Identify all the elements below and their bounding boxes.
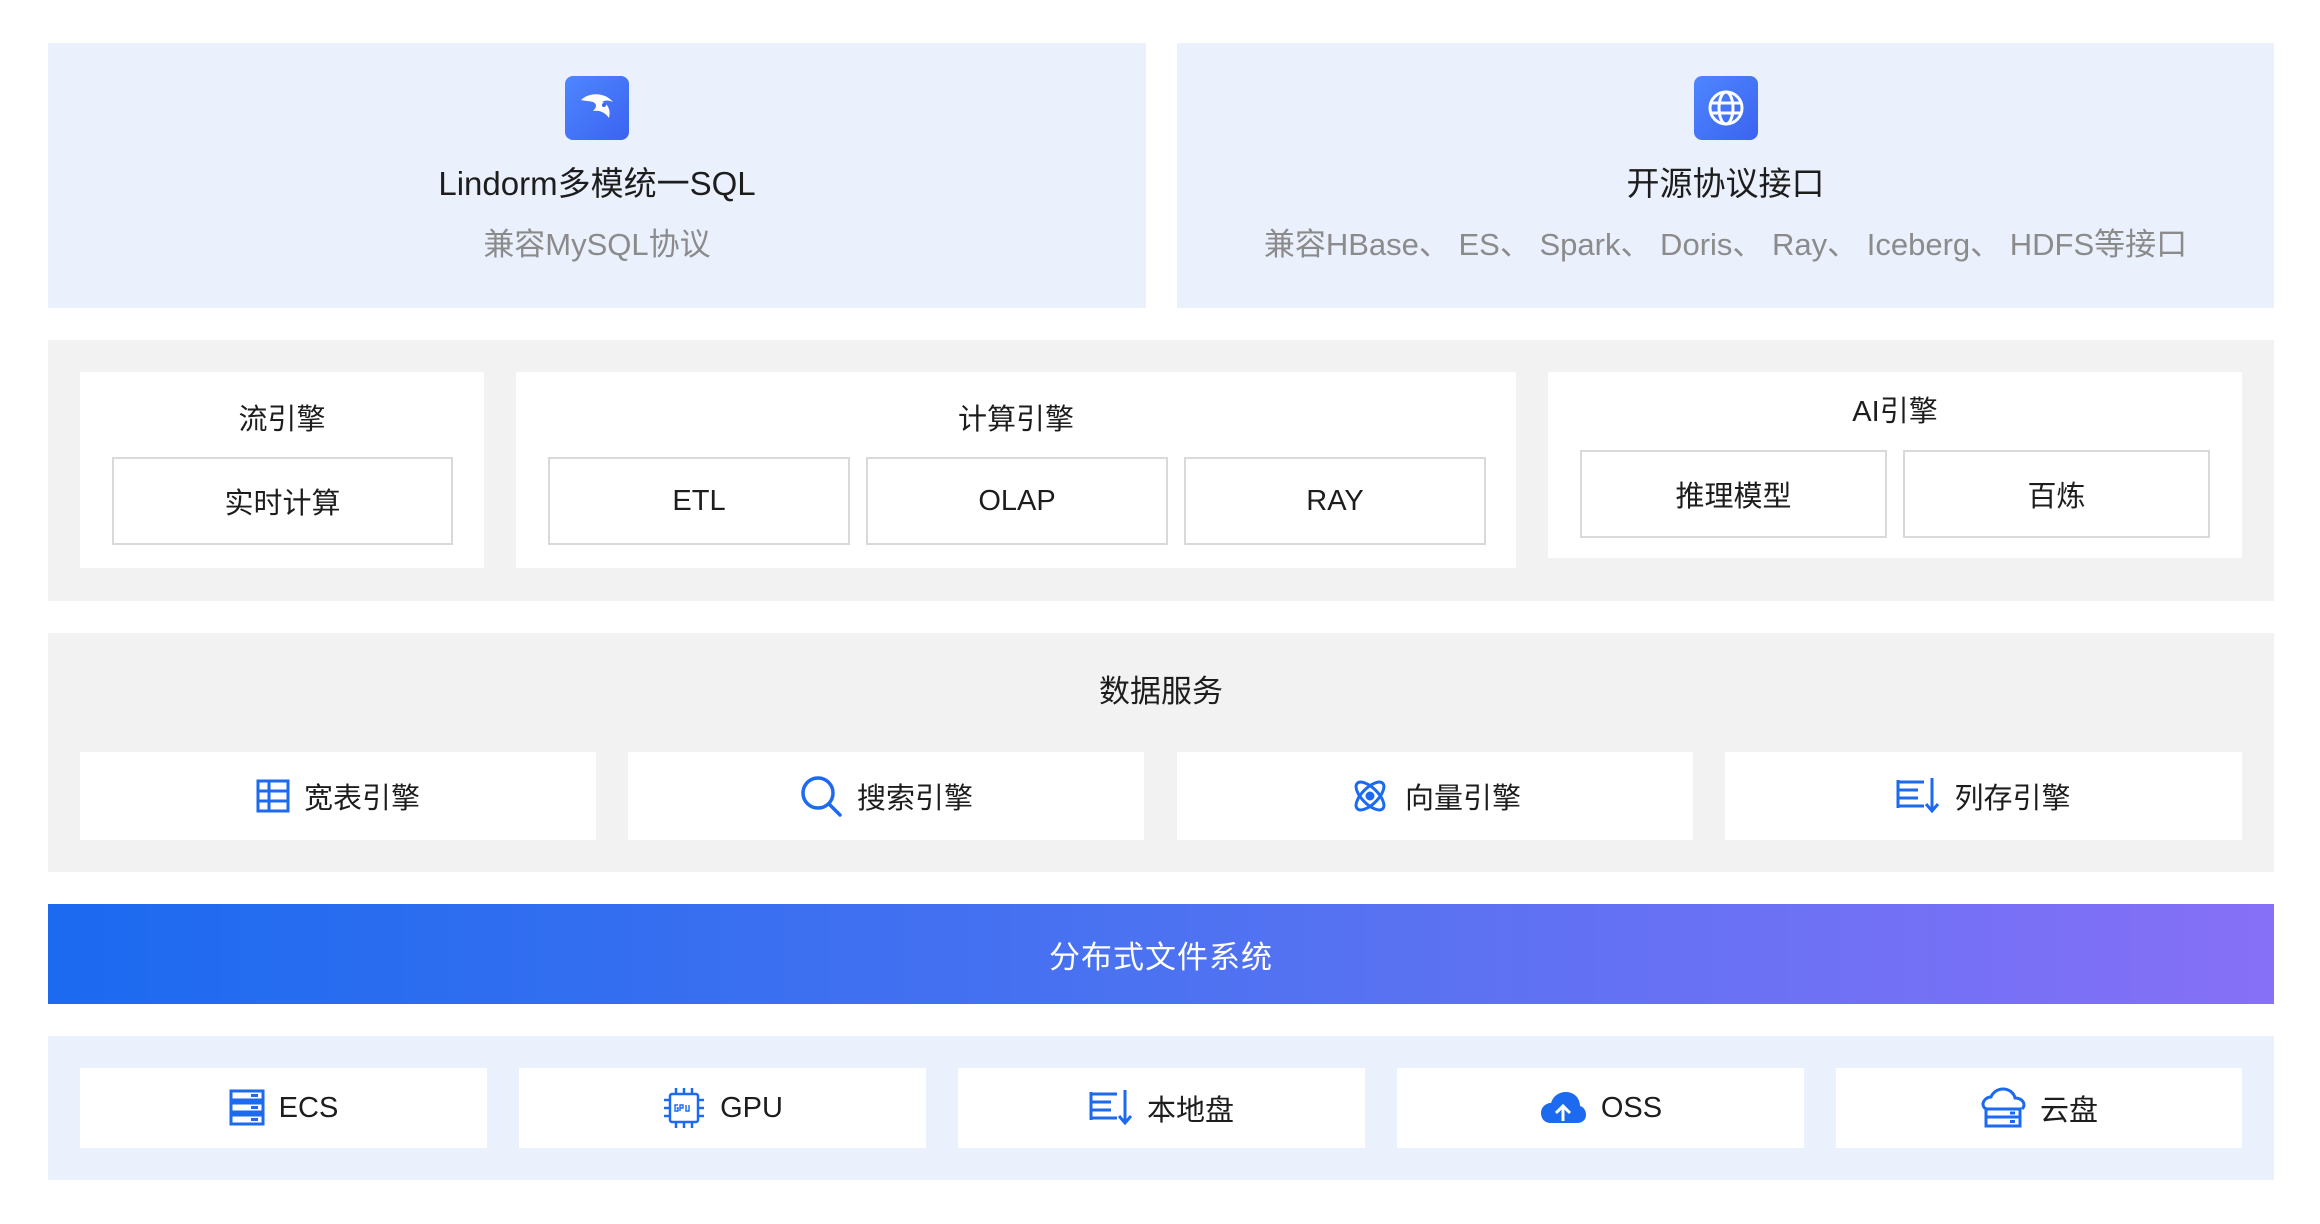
table-grid-icon (256, 779, 290, 813)
column-store-engine: 列存引擎 (1725, 752, 2242, 840)
wide-table-engine: 宽表引擎 (80, 752, 596, 840)
open-protocol-subtitle: 兼容HBase、 ES、 Spark、 Doris、 Ray、 Iceberg、… (1263, 227, 2188, 262)
compute-engine-panel: 计算引擎 ETL OLAP RAY (516, 372, 1516, 568)
storage-ecs: ECS (80, 1068, 487, 1148)
realtime-compute-box: 实时计算 (112, 457, 453, 545)
cloud-upload-icon (1540, 1092, 1586, 1123)
column-store-engine-label: 列存引擎 (1954, 783, 2071, 815)
data-services-band: 数据服务 宽表引擎 搜索引擎 向量引擎 列存引擎 (48, 633, 2274, 872)
storage-oss-label: OSS (1600, 1091, 1663, 1124)
storage-cloud-disk-label: 云盘 (2039, 1095, 2098, 1127)
open-protocol-card: 开源协议接口 兼容HBase、 ES、 Spark、 Doris、 Ray、 I… (1177, 43, 2274, 308)
search-engine-label: 搜索引擎 (856, 783, 973, 815)
stream-engine-panel: 流引擎 实时计算 (80, 372, 484, 568)
cloud-disk-icon (1981, 1087, 2026, 1128)
distributed-file-system-label: 分布式文件系统 (1049, 939, 1273, 975)
storage-local-disk-label: 本地盘 (1146, 1095, 1234, 1127)
sql-interface-card: Lindorm多模统一SQL 兼容MySQL协议 (48, 43, 1146, 308)
sql-interface-subtitle: 兼容MySQL协议 (483, 227, 711, 262)
sql-interface-title: Lindorm多模统一SQL (438, 165, 756, 202)
column-store-icon (1896, 778, 1940, 814)
eagle-icon (565, 76, 629, 140)
distributed-file-system-bar: 分布式文件系统 (48, 904, 2274, 1004)
search-icon (801, 776, 842, 817)
storage-band: ECS GPU 本地盘 OSS 云盘 (48, 1036, 2274, 1180)
globe-icon (1693, 76, 1758, 140)
olap-box: OLAP (866, 457, 1168, 545)
open-protocol-title: 开源协议接口 (1626, 165, 1825, 202)
search-engine: 搜索引擎 (628, 752, 1144, 840)
ai-engine-panel: AI引擎 推理模型 百炼 (1548, 372, 2242, 558)
engine-band: 流引擎 实时计算 计算引擎 ETL OLAP RAY AI引擎 推理模型 百炼 (48, 340, 2274, 601)
bailian-box: 百炼 (1903, 450, 2210, 538)
wide-table-engine-label: 宽表引擎 (303, 783, 420, 815)
storage-ecs-label: ECS (278, 1091, 339, 1124)
vector-engine-label: 向量引擎 (1404, 783, 1521, 815)
storage-gpu: GPU (519, 1068, 926, 1148)
ai-engine-title: AI引擎 (1852, 396, 1938, 428)
vector-engine: 向量引擎 (1177, 752, 1693, 840)
ray-box: RAY (1184, 457, 1486, 545)
etl-box: ETL (548, 457, 850, 545)
local-disk-icon (1089, 1090, 1133, 1126)
stream-engine-title: 流引擎 (238, 404, 326, 436)
compute-engine-title: 计算引擎 (957, 404, 1074, 436)
storage-oss: OSS (1397, 1068, 1804, 1148)
atom-icon (1354, 780, 1386, 812)
storage-gpu-label: GPU (720, 1091, 783, 1124)
inference-model-box: 推理模型 (1580, 450, 1887, 538)
storage-cloud-disk: 云盘 (1836, 1068, 2242, 1148)
data-services-title: 数据服务 (1099, 674, 1223, 709)
gpu-chip-icon (664, 1088, 705, 1128)
storage-local-disk: 本地盘 (958, 1068, 1365, 1148)
server-stack-icon (229, 1089, 265, 1126)
